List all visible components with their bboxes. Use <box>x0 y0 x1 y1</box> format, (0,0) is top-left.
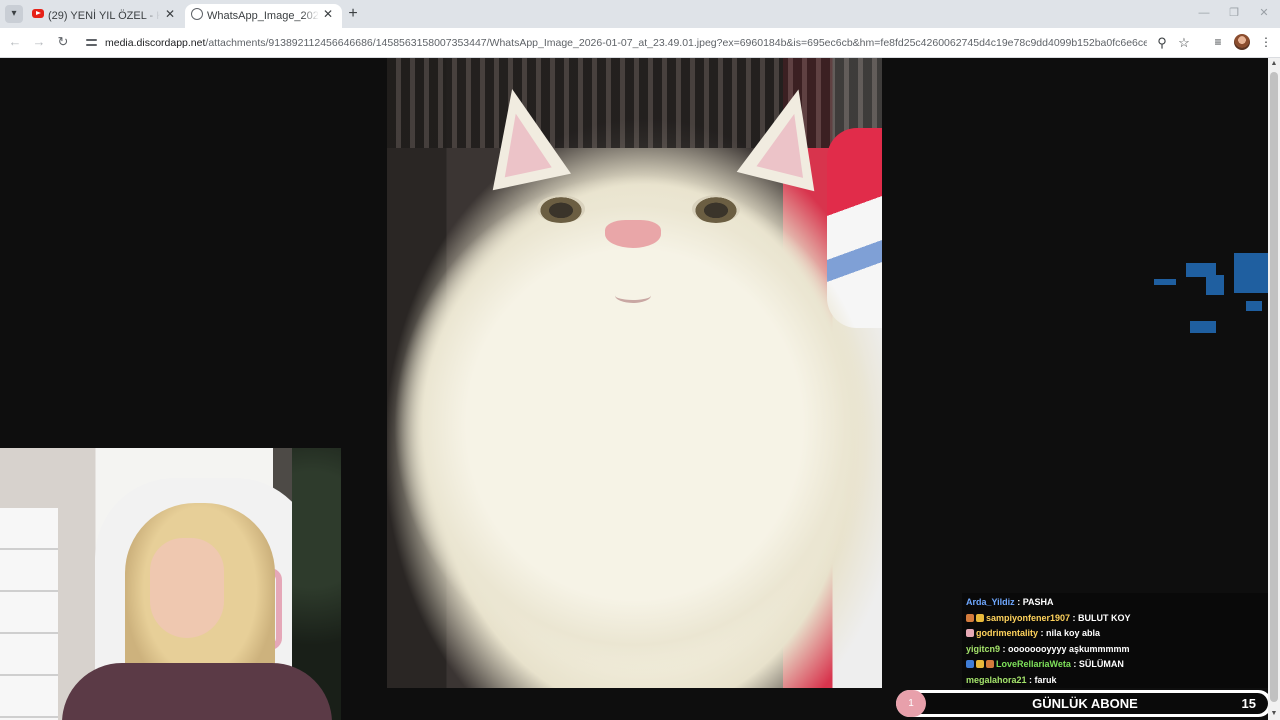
chat-username[interactable]: sampiyonfener1907 <box>986 613 1070 623</box>
browser-toolbar: ← → ↻ media.discordapp.net/attachments/9… <box>0 28 1280 58</box>
cat-nose <box>605 220 661 248</box>
chat-text: oooooooyyyy aşkummmmm <box>1008 643 1130 654</box>
streamer-webcam <box>0 448 341 720</box>
chat-separator: : <box>1070 612 1079 623</box>
chat-badge-icon <box>966 613 974 622</box>
site-info-icon[interactable] <box>86 37 97 48</box>
address-bar[interactable]: media.discordapp.net/attachments/9138921… <box>78 31 1200 54</box>
chat-badge-icon <box>966 660 974 668</box>
chat-separator: : <box>1026 674 1035 685</box>
youtube-icon <box>32 9 44 18</box>
globe-icon <box>191 8 203 20</box>
new-tab-button[interactable]: + <box>344 5 362 23</box>
chat-username[interactable]: Arda_Yildiz <box>966 597 1015 607</box>
chat-text: SÜLÜMAN <box>1078 659 1124 669</box>
close-icon[interactable]: ✕ <box>162 5 178 23</box>
streamer-face <box>150 538 224 638</box>
tab-search-button[interactable]: ▾ <box>5 5 23 23</box>
sub-goal-label: GÜNLÜK ABONE <box>1032 696 1138 711</box>
close-window-icon[interactable]: ✕ <box>1257 6 1271 20</box>
scroll-up-icon[interactable]: ▲ <box>1268 58 1280 70</box>
chat-separator: : <box>1070 659 1079 669</box>
url-text[interactable]: media.discordapp.net/attachments/9138921… <box>105 35 1147 51</box>
sub-goal-track: GÜNLÜK ABONE 15 <box>900 693 1268 714</box>
chat-separator: : <box>1014 597 1023 607</box>
chat-text: PASHA <box>1022 597 1054 607</box>
sub-goal-bar: GÜNLÜK ABONE 15 1 <box>896 690 1268 717</box>
sub-goal-target: 15 <box>1241 696 1256 711</box>
chat-overlay: Arda_Yildiz : PASHA sampiyonfener1907 : B… <box>962 593 1268 688</box>
chat-badge-icon <box>986 660 994 668</box>
avatar[interactable] <box>1234 34 1250 50</box>
url-host: media.discordapp.net <box>105 37 206 49</box>
reload-icon[interactable]: ↻ <box>55 34 71 50</box>
chat-badge-icon <box>976 660 984 668</box>
zoom-icon[interactable]: ⚲ <box>1154 35 1170 51</box>
chat-badge-icon <box>976 613 984 622</box>
cat-eye <box>692 195 740 223</box>
minimize-icon[interactable]: — <box>1197 6 1211 20</box>
restore-icon[interactable]: ❐ <box>1227 6 1241 20</box>
image-viewport: Arda_Yildiz : PASHA sampiyonfener1907 : B… <box>0 58 1268 720</box>
shelf <box>0 508 58 720</box>
tab-whatsapp-image[interactable]: WhatsApp_Image_2026-01-07_at_23.49.01.jp… <box>185 4 342 28</box>
chat-separator: : <box>1000 643 1009 654</box>
chat-message: sampiyonfener1907 : BULUT KOY <box>966 611 1131 626</box>
close-icon[interactable]: ✕ <box>320 5 336 23</box>
chat-badge-icon <box>966 629 974 637</box>
chat-separator: : <box>1038 628 1047 638</box>
chat-username[interactable]: LoveRellariaWeta <box>996 659 1071 669</box>
tab-title: (29) YENİ YIL ÖZEL - KİCK WRAP <box>48 10 160 22</box>
cat-head <box>387 113 882 688</box>
chat-message: godrimentality : nila koy abla <box>966 626 1100 641</box>
url-path: /attachments/913892112456646686/14585631… <box>205 37 1147 49</box>
streamer-body <box>62 663 332 720</box>
chat-message: LoveRellariaWeta : SÜLÜMAN <box>966 657 1124 672</box>
scroll-thumb[interactable] <box>1270 72 1278 702</box>
glitch-artifact <box>1146 253 1268 338</box>
bookmark-star-icon[interactable]: ☆ <box>1176 35 1192 51</box>
forward-icon[interactable]: → <box>31 34 47 50</box>
cat-image[interactable] <box>387 58 882 688</box>
chat-text: BULUT KOY <box>1078 612 1131 623</box>
chat-username[interactable]: godrimentality <box>976 628 1038 638</box>
scrollbar[interactable]: ▲ ▼ <box>1268 58 1280 720</box>
media-controls-icon[interactable]: ≡ <box>1210 34 1226 50</box>
chat-message: Arda_Yildiz : PASHA <box>966 595 1054 610</box>
cat-mouth <box>615 288 651 303</box>
chat-text: faruk <box>1034 674 1057 685</box>
chat-username[interactable]: yigitcn9 <box>966 644 1000 654</box>
tab-strip: ▾ (29) YENİ YIL ÖZEL - KİCK WRAP ✕ Whats… <box>0 0 1280 28</box>
cat-eye <box>537 195 585 223</box>
back-icon[interactable]: ← <box>7 34 23 50</box>
tab-youtube[interactable]: (29) YENİ YIL ÖZEL - KİCK WRAP ✕ <box>26 4 184 28</box>
chat-username[interactable]: megalahora21 <box>966 675 1027 685</box>
chat-message: yigitcn9 : oooooooyyyy aşkummmmm <box>966 642 1130 657</box>
chat-message: megalahora21 : faruk <box>966 673 1057 688</box>
tab-title: WhatsApp_Image_2026-01-07_at_23.49.01.jp… <box>207 10 319 22</box>
scroll-down-icon[interactable]: ▼ <box>1268 708 1280 720</box>
sub-goal-current: 1 <box>896 690 926 717</box>
chat-text: nila koy abla <box>1046 628 1101 638</box>
menu-icon[interactable]: ⋮ <box>1258 34 1274 50</box>
